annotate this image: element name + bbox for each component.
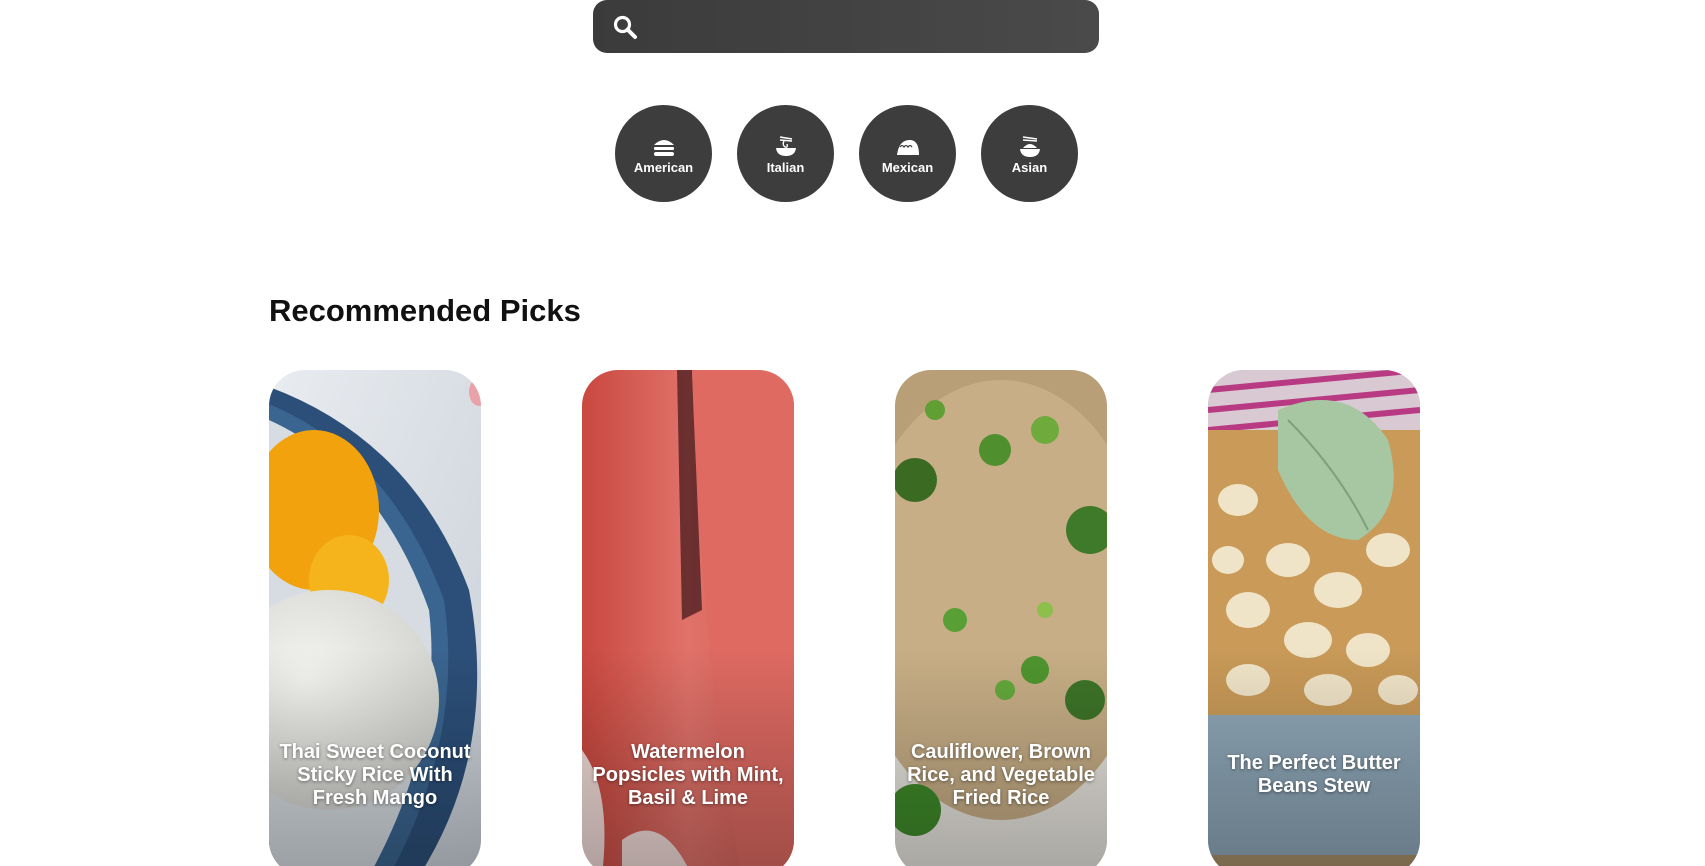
cuisine-asian-button[interactable]: Asian <box>981 105 1078 202</box>
cuisine-mexican-button[interactable]: Mexican <box>859 105 956 202</box>
search-bar[interactable] <box>593 0 1099 53</box>
search-input[interactable] <box>639 0 1099 53</box>
recommended-cards: Thai Sweet Coconut Sticky Rice With Fres… <box>269 370 1420 866</box>
recipe-title: Thai Sweet Coconut Sticky Rice With Fres… <box>279 741 471 809</box>
rice-bowl-icon <box>1017 136 1043 158</box>
cuisine-label: Mexican <box>881 160 934 175</box>
cuisine-label: Asian <box>1011 160 1048 175</box>
cuisine-italian-button[interactable]: Italian <box>737 105 834 202</box>
noodle-bowl-icon <box>773 136 799 158</box>
cuisine-label: Italian <box>766 160 805 175</box>
recipe-title: Watermelon Popsicles with Mint, Basil & … <box>592 741 784 809</box>
cuisine-filters: American Italian Mexican Asian <box>615 105 1078 202</box>
page: American Italian Mexican Asian Recommend… <box>0 0 1705 866</box>
recipe-title: Cauliflower, Brown Rice, and Vegetable F… <box>907 741 1095 809</box>
cuisine-american-button[interactable]: American <box>615 105 712 202</box>
burger-icon <box>651 136 677 158</box>
search-icon[interactable] <box>611 13 639 41</box>
recipe-card[interactable]: Watermelon Popsicles with Mint, Basil & … <box>582 370 794 866</box>
section-title: Recommended Picks <box>269 293 581 328</box>
recipe-card[interactable]: Thai Sweet Coconut Sticky Rice With Fres… <box>269 370 481 866</box>
cuisine-label: American <box>633 160 694 175</box>
recipe-card[interactable]: Cauliflower, Brown Rice, and Vegetable F… <box>895 370 1107 866</box>
taco-icon <box>895 136 921 158</box>
recipe-title: The Perfect Butter Beans Stew <box>1227 752 1401 797</box>
recipe-card[interactable]: The Perfect Butter Beans Stew <box>1208 370 1420 866</box>
